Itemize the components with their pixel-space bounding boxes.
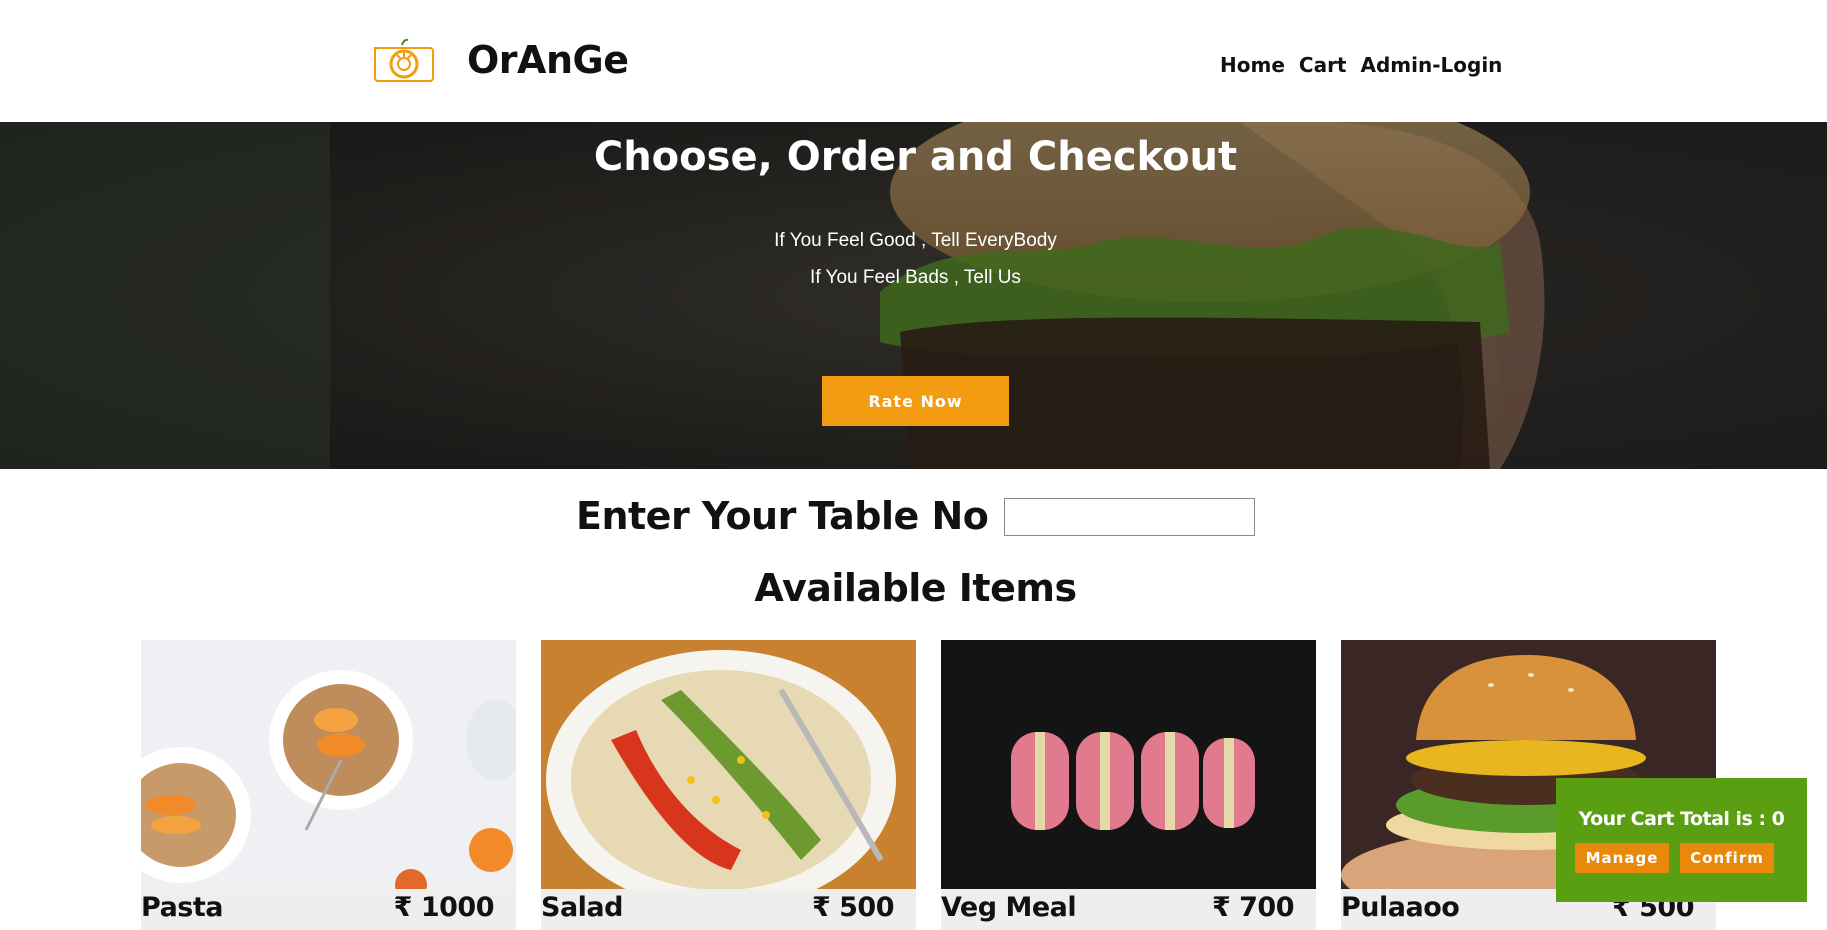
item-price: ₹ 700 [1211, 892, 1295, 923]
camera-orange-logo-icon[interactable] [373, 37, 435, 83]
rate-now-button[interactable]: Rate Now [822, 376, 1009, 426]
item-image-veg-meal[interactable] [941, 640, 1316, 889]
cart-summary-box: Your Cart Total is : 0 Manage Confirm [1556, 778, 1807, 902]
item-name: Salad [541, 892, 623, 923]
item-card-pasta[interactable]: Pasta ₹ 1000 [141, 640, 516, 930]
table-number-input[interactable] [1004, 498, 1255, 536]
nav-home-link[interactable]: Home [1220, 53, 1285, 77]
item-name: Pulaaoo [1341, 892, 1460, 923]
hero-title: Choose, Order and Checkout [593, 134, 1238, 180]
hero-tagline-2: If You Feel Bads , Tell Us [810, 267, 1021, 288]
nav-cart-link[interactable]: Cart [1299, 53, 1347, 77]
nav-admin-login-link[interactable]: Admin-Login [1361, 53, 1503, 77]
available-items-heading: Available Items [754, 566, 1077, 610]
hero-banner: Choose, Order and Checkout If You Feel G… [0, 122, 1827, 469]
hero-tagline-1: If You Feel Good , Tell EveryBody [774, 230, 1057, 251]
item-price: ₹ 500 [811, 892, 895, 923]
cart-total-label: Your Cart Total is : 0 [1578, 808, 1785, 830]
item-name: Pasta [141, 892, 223, 923]
item-card-veg-meal[interactable]: Veg Meal ₹ 700 [941, 640, 1316, 930]
brand-name[interactable]: OrAnGe [467, 38, 629, 82]
item-price: ₹ 1000 [393, 892, 495, 923]
main-nav: Home Cart Admin-Login [1220, 53, 1502, 77]
item-image-pasta[interactable] [141, 640, 516, 889]
table-number-label: Enter Your Table No : [576, 494, 1016, 538]
manage-cart-button[interactable]: Manage [1575, 843, 1669, 873]
item-card-salad[interactable]: Salad ₹ 500 [541, 640, 916, 930]
site-header: OrAnGe Home Cart Admin-Login [0, 0, 1827, 122]
item-image-salad[interactable] [541, 640, 916, 889]
item-name: Veg Meal [941, 892, 1077, 923]
confirm-order-button[interactable]: Confirm [1680, 843, 1774, 873]
